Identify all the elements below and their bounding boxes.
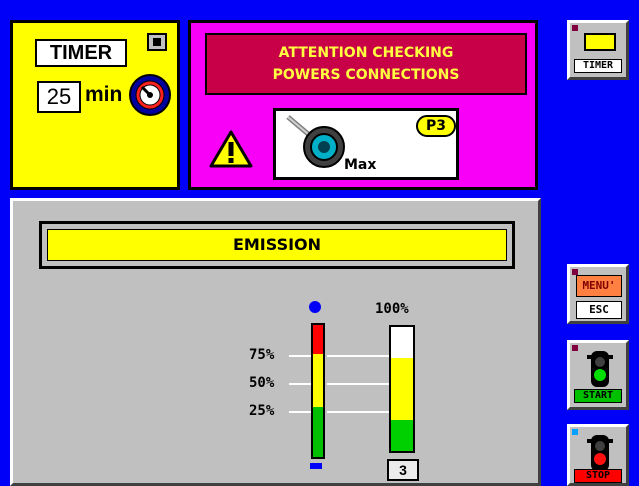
traffic-light-green-icon	[587, 351, 613, 391]
program-badge: P3	[416, 115, 456, 137]
led-icon	[572, 25, 578, 31]
stop-button[interactable]: STOP	[567, 424, 629, 486]
increase-power-icon[interactable]	[309, 301, 321, 313]
timer-button-label: TIMER	[574, 59, 622, 73]
timer-indicator-icon	[147, 33, 167, 51]
esc-label: ESC	[576, 301, 622, 319]
tick-line	[327, 355, 389, 357]
timer-screen-icon	[584, 33, 616, 51]
timer-unit-label: min	[85, 83, 123, 106]
tick-line	[289, 355, 311, 357]
timer-value-field[interactable]: 25	[37, 81, 81, 113]
tick-line	[327, 411, 389, 413]
emission-title-frame: EMISSION	[39, 221, 515, 269]
warning-triangle-icon	[209, 129, 253, 173]
tick-line	[289, 411, 311, 413]
alert-message: ATTENTION CHECKING POWERS CONNECTIONS	[205, 33, 527, 95]
timer-button[interactable]: TIMER	[567, 20, 629, 80]
alert-line-1: ATTENTION CHECKING	[278, 45, 454, 61]
led-icon	[572, 429, 578, 435]
menu-label: MENU'	[576, 275, 622, 297]
max-percent-label: 100%	[375, 301, 409, 317]
power-level-value: 3	[387, 459, 419, 481]
stop-label: STOP	[574, 469, 622, 483]
menu-esc-button[interactable]: MENU' ESC	[567, 264, 629, 324]
power-scale	[311, 323, 325, 459]
start-button[interactable]: START	[567, 340, 629, 410]
tick-line	[327, 383, 389, 385]
power-level-bar	[389, 325, 415, 453]
alert-line-2: POWERS CONNECTIONS	[272, 67, 460, 83]
emission-panel: EMISSION 100% 75% 50% 25% 3	[10, 198, 541, 486]
tick-label-25: 25%	[249, 403, 275, 419]
decrease-power-icon[interactable]	[310, 463, 322, 469]
emission-title: EMISSION	[47, 229, 507, 261]
alert-panel: ATTENTION CHECKING POWERS CONNECTIONS P3…	[188, 20, 538, 190]
timer-title: TIMER	[35, 39, 127, 67]
probe-label: Max	[344, 157, 377, 173]
timer-knob-icon[interactable]	[128, 73, 172, 121]
power-fill-green	[391, 420, 413, 451]
tick-label-75: 75%	[249, 347, 275, 363]
led-icon	[572, 345, 578, 351]
probe-display: P3 Max	[273, 108, 459, 180]
start-label: START	[574, 389, 622, 403]
tick-label-50: 50%	[249, 375, 275, 391]
timer-panel: TIMER 25 min	[10, 20, 180, 190]
tick-line	[289, 383, 311, 385]
